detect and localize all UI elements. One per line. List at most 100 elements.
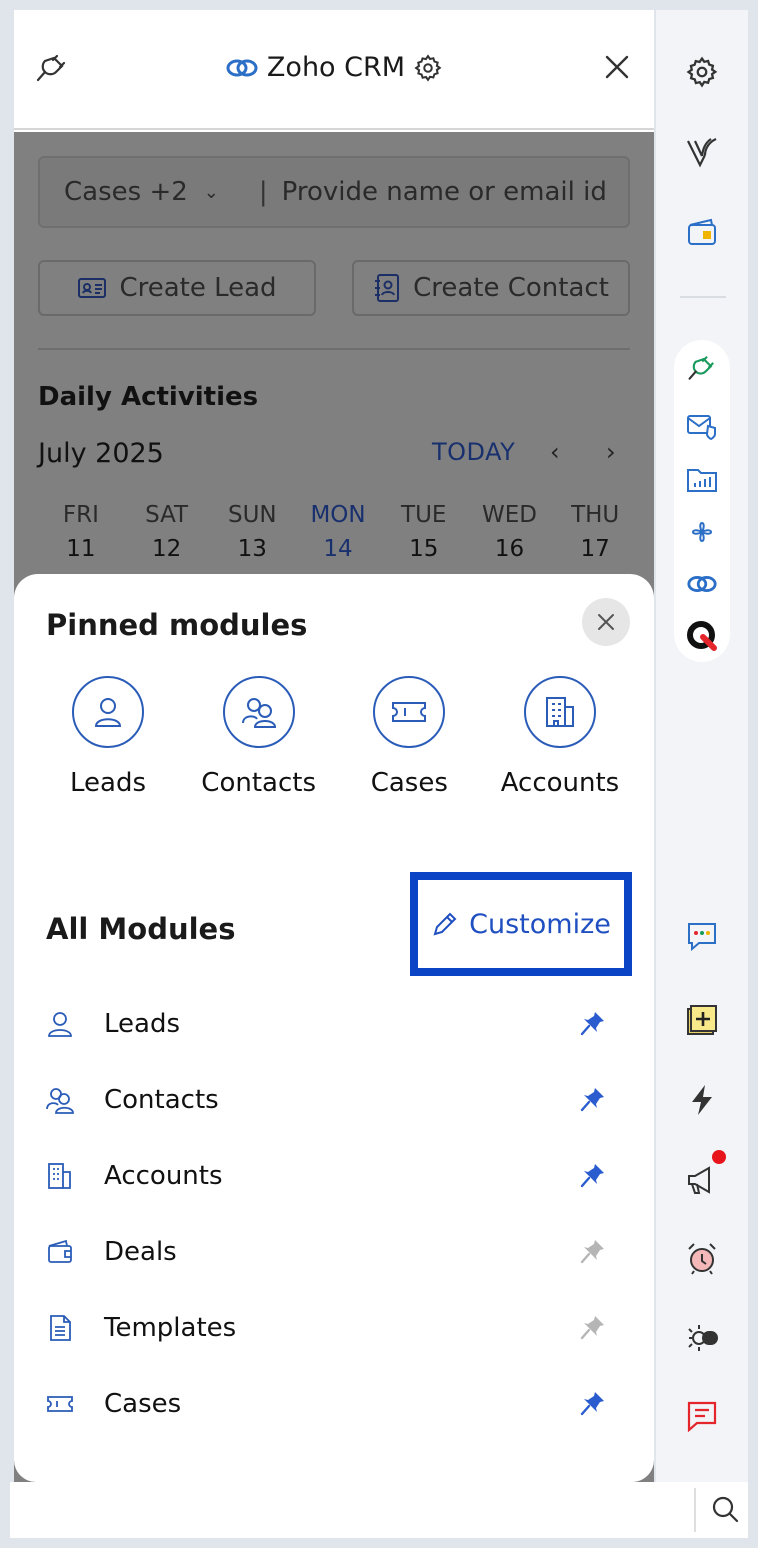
module-label: Deals (104, 1237, 177, 1267)
user-icon (48, 1012, 72, 1037)
module-row-leads[interactable]: Leads (46, 986, 606, 1062)
module-label: Cases (104, 1389, 182, 1419)
chevron-right-icon[interactable]: › (606, 438, 616, 466)
lead-card-icon (78, 278, 107, 298)
day-date: 14 (323, 536, 353, 562)
contacts-icon (241, 698, 276, 728)
pinned-module-contacts[interactable]: Contacts (185, 676, 333, 798)
pinned-module-label: Accounts (500, 768, 620, 798)
day-date: 16 (494, 536, 525, 562)
ticket-icon (392, 702, 427, 722)
contacts-icon (46, 1088, 74, 1114)
module-row-templates[interactable]: Templates (46, 1290, 606, 1366)
day-date: 17 (580, 536, 610, 562)
close-icon[interactable] (602, 52, 632, 82)
pin-icon-active[interactable] (580, 1010, 606, 1036)
crm-panel: Zoho CRM Cases +2 ⌄ | Provide name or em… (14, 10, 654, 1482)
app-title-text: Zoho CRM (266, 52, 406, 83)
settings-gear-icon[interactable] (413, 53, 443, 83)
chevron-down-icon[interactable]: ⌄ (204, 182, 219, 203)
chevron-left-icon[interactable]: ‹ (550, 438, 560, 466)
module-row-deals[interactable]: Deals (46, 1214, 606, 1290)
pinned-icon-circle (72, 676, 144, 748)
chat-sparkle-icon[interactable] (684, 918, 720, 954)
create-lead-button[interactable]: Create Lead (38, 260, 316, 316)
zoho-crm-link-icon[interactable] (684, 566, 720, 602)
sheet-close-button[interactable] (582, 598, 630, 646)
today-button[interactable]: TODAY (432, 438, 515, 466)
pinned-module-label: Leads (69, 768, 146, 798)
rail-extensions-group (674, 340, 730, 662)
day-name: SAT (145, 502, 189, 528)
module-row-cases[interactable]: Cases (46, 1366, 606, 1442)
module-label: Templates (104, 1313, 237, 1343)
panel-header: Zoho CRM (14, 10, 654, 130)
module-label: Contacts (104, 1085, 219, 1115)
module-row-accounts[interactable]: Accounts (46, 1138, 606, 1214)
day-date: 13 (237, 536, 267, 562)
close-icon (598, 614, 614, 630)
pin-icon-inactive[interactable] (580, 1238, 606, 1264)
contact-search-input[interactable]: Cases +2 ⌄ | Provide name or email id (38, 156, 630, 228)
customize-label: Customize (469, 908, 611, 940)
building-icon (48, 1163, 71, 1189)
wallet-card-icon[interactable] (684, 214, 720, 250)
day-name: THU (571, 502, 620, 528)
create-contact-label: Create Contact (413, 273, 609, 303)
vani-logo-icon[interactable] (684, 134, 720, 170)
module-selector[interactable]: Cases +2 (64, 177, 188, 207)
week-days: FRI 11 SAT 12 SUN 13 MON 14 TUE 15 WED 16 THU 1… (38, 502, 638, 562)
calendar-month: July 2025 (38, 438, 164, 469)
create-lead-label: Create Lead (119, 273, 277, 303)
day-cell[interactable]: TUE 15 (381, 502, 467, 562)
pin-icon-active[interactable] (580, 1086, 606, 1112)
day-cell[interactable]: THU 17 (552, 502, 638, 562)
user-icon (94, 698, 122, 727)
contact-book-icon (375, 274, 400, 302)
all-modules-title: All Modules (46, 912, 236, 946)
bottom-bar (10, 1482, 748, 1538)
day-cell[interactable]: WED 16 (467, 502, 553, 562)
customize-button[interactable]: Customize (410, 872, 632, 976)
search-icon[interactable] (710, 1494, 740, 1524)
document-icon (50, 1315, 71, 1341)
pin-icon-active[interactable] (580, 1162, 606, 1188)
lightning-icon[interactable] (684, 1082, 720, 1118)
alarm-clock-icon[interactable] (684, 1240, 720, 1276)
day-name: TUE (401, 502, 447, 528)
day-cell[interactable]: FRI 11 (38, 502, 124, 562)
pinned-module-label: Contacts (201, 768, 316, 798)
q-app-icon[interactable] (684, 618, 720, 654)
day-cell[interactable]: SUN 13 (209, 502, 295, 562)
day-cell[interactable]: SAT 12 (124, 502, 210, 562)
day-name: FRI (62, 502, 99, 528)
megaphone-icon[interactable] (684, 1162, 720, 1198)
rail-separator (680, 296, 726, 298)
pinned-module-accounts[interactable]: Accounts (486, 676, 634, 798)
pinned-icon-circle (222, 676, 295, 748)
sticky-note-add-icon[interactable] (684, 1002, 720, 1038)
theme-toggle-icon[interactable] (684, 1320, 720, 1356)
clover-icon[interactable] (684, 514, 720, 550)
wallet-icon (48, 1239, 72, 1263)
pin-icon-inactive[interactable] (580, 1314, 606, 1340)
folder-chart-icon[interactable] (684, 462, 720, 498)
notification-dot (712, 1150, 726, 1164)
app-rail (656, 10, 748, 1482)
modules-bottom-sheet: Pinned modules Leads Contacts Cases Acco… (14, 574, 654, 1482)
feedback-chat-icon[interactable] (684, 1398, 720, 1434)
mail-shield-icon[interactable] (684, 408, 720, 444)
day-cell-today[interactable]: MON 14 (295, 502, 381, 562)
settings-gear-icon[interactable] (684, 54, 720, 90)
day-date: 15 (409, 536, 439, 562)
bottom-separator (694, 1488, 696, 1532)
all-modules-list: Leads Contacts Accounts Deals Templates (46, 986, 606, 1442)
pinned-modules: Leads Contacts Cases Accounts (34, 676, 634, 798)
pinned-module-cases[interactable]: Cases (335, 676, 483, 798)
pinned-module-leads[interactable]: Leads (34, 676, 182, 798)
pin-icon-active[interactable] (580, 1390, 606, 1416)
plug-connected-icon[interactable] (684, 350, 720, 386)
module-row-contacts[interactable]: Contacts (46, 1062, 606, 1138)
create-contact-button[interactable]: Create Contact (352, 260, 630, 316)
daily-activities-title: Daily Activities (38, 382, 259, 412)
